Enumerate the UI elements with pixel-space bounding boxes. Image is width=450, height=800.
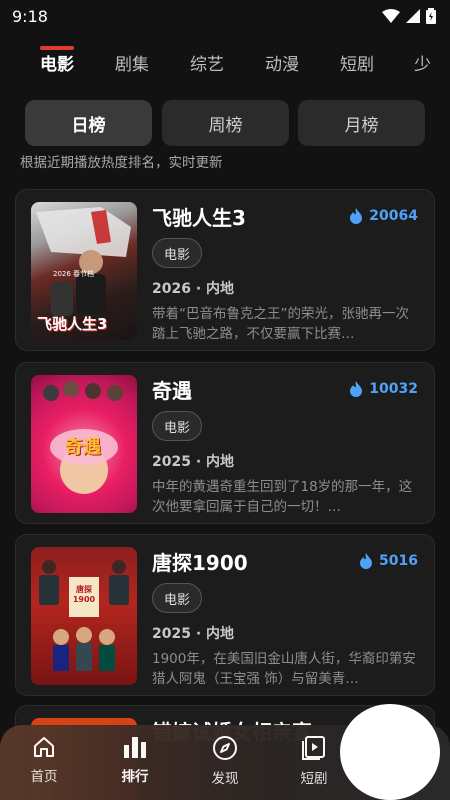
battery-icon xyxy=(426,8,436,24)
movie-title: 唐探1900 xyxy=(152,551,248,575)
movie-description: 1900年，在美国旧金山唐人街，华裔印第安猎人阿鬼（王宝强 饰）与留美青… xyxy=(152,651,416,687)
year-region: 2025 · 内地 xyxy=(152,626,235,642)
flame-icon xyxy=(350,381,363,397)
poster-image: 奇遇 xyxy=(31,375,137,513)
poster-art xyxy=(39,560,129,671)
nav-discover-label: 发现 xyxy=(211,771,239,787)
nav-home[interactable]: 首页 xyxy=(14,735,74,785)
flame-icon xyxy=(350,208,363,224)
ranking-card[interactable]: 唐探1900 唐探1900 5016 电影 2025 · 内地 1900年，在美… xyxy=(15,534,435,696)
segment-weekly[interactable]: 周榜 xyxy=(162,100,289,146)
poster-image: 唐探1900 xyxy=(31,547,137,685)
ranking-card[interactable]: 奇遇 奇遇 10032 电影 2025 · 内地 中年的黄遇奇重生回到了18岁的… xyxy=(15,362,435,524)
home-icon xyxy=(34,737,54,757)
status-time: 9:18 xyxy=(12,6,48,26)
wifi-icon xyxy=(382,9,400,23)
floating-overlay[interactable] xyxy=(340,704,440,800)
movie-description: 中年的黄遇奇重生回到了18岁的那一年，这次他要拿回属于自己的一切！… xyxy=(152,479,413,515)
heat-value: 20064 xyxy=(369,208,418,224)
ranking-hint: 根据近期播放热度排名，实时更新 xyxy=(20,155,223,171)
status-bar: 9:18 xyxy=(0,0,450,32)
tab-series[interactable]: 剧集 xyxy=(115,50,149,75)
movie-title: 飞驰人生3 xyxy=(152,206,246,230)
nav-ranking[interactable]: 排行 xyxy=(105,735,165,785)
ranking-card[interactable]: 2026 春节档 飞驰人生3 飞驰人生3 20064 电影 2026 · 内地 … xyxy=(15,189,435,351)
signal-icon xyxy=(406,9,420,23)
nav-home-label: 首页 xyxy=(30,769,58,785)
poster-badge: 2026 春节档 xyxy=(53,270,95,278)
segment-daily[interactable]: 日榜 xyxy=(25,100,152,146)
tab-variety[interactable]: 综艺 xyxy=(190,50,224,75)
nav-ranking-label: 排行 xyxy=(121,769,149,785)
heat-score: 20064 xyxy=(349,208,418,224)
nav-short-drama-label: 短剧 xyxy=(300,771,328,787)
poster-image: 2026 春节档 飞驰人生3 xyxy=(31,202,137,340)
heat-score: 5016 xyxy=(359,553,418,569)
tab-short-drama[interactable]: 短剧 xyxy=(340,50,374,75)
heat-value: 10032 xyxy=(369,381,418,397)
poster-title: 奇遇 xyxy=(65,437,101,458)
movie-title: 奇遇 xyxy=(152,379,192,403)
tab-kids[interactable]: 少 xyxy=(414,50,431,75)
genre-tag[interactable]: 电影 xyxy=(152,583,202,613)
nav-short-drama[interactable]: 短剧 xyxy=(284,735,344,787)
bar-chart-icon xyxy=(124,737,146,758)
poster-title: 飞驰人生3 xyxy=(37,315,108,333)
status-icons xyxy=(382,8,436,24)
year-region: 2026 · 内地 xyxy=(152,281,235,297)
play-book-icon xyxy=(302,736,325,760)
tab-movie[interactable]: 电影 xyxy=(40,50,74,75)
genre-tag[interactable]: 电影 xyxy=(152,238,202,268)
segment-monthly[interactable]: 月榜 xyxy=(298,100,425,146)
heat-value: 5016 xyxy=(379,553,418,569)
flame-icon xyxy=(360,553,373,569)
active-tab-indicator xyxy=(40,46,74,50)
tab-anime[interactable]: 动漫 xyxy=(265,50,299,75)
genre-tag[interactable]: 电影 xyxy=(152,411,202,441)
nav-discover[interactable]: 发现 xyxy=(195,735,255,787)
heat-score: 10032 xyxy=(349,381,418,397)
compass-icon xyxy=(213,736,237,760)
year-region: 2025 · 内地 xyxy=(152,454,235,470)
poster-title: 唐探1900 xyxy=(72,585,96,604)
movie-description: 带着“巴音布鲁克之王”的荣光，张驰再一次踏上飞驰之路，不仅要赢下比赛… xyxy=(152,306,409,342)
